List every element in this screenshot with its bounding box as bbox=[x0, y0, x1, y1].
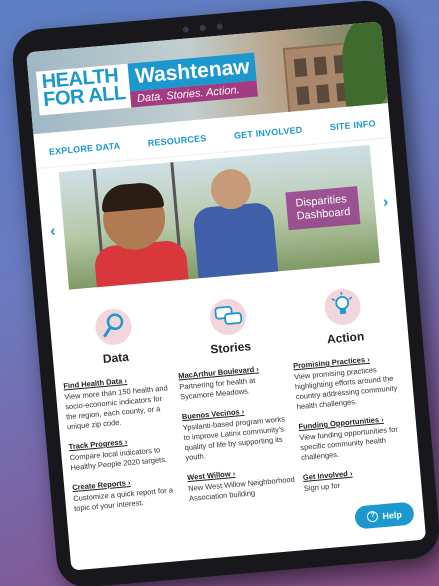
foliage-image bbox=[338, 21, 388, 111]
child-hair bbox=[100, 181, 165, 213]
list-item: Buenos VecinosYpsilanti-based program wo… bbox=[181, 403, 294, 463]
help-label: Help bbox=[381, 509, 403, 521]
nav-site-info[interactable]: SITE INFO bbox=[330, 118, 377, 132]
item-text: View promising practices highlighting ef… bbox=[293, 365, 398, 412]
column-title: Data bbox=[102, 349, 130, 366]
magnifier-icon bbox=[93, 307, 133, 347]
nav-resources[interactable]: RESOURCES bbox=[147, 133, 206, 148]
carousel-prev-icon[interactable]: ‹ bbox=[41, 222, 64, 242]
column-stories: Stories MacArthur BoulevardPartnering fo… bbox=[172, 294, 299, 514]
tablet-device: HEALTH FOR ALL Washtenaw Data. Stories. … bbox=[10, 0, 439, 586]
list-item: Promising PracticesView promising practi… bbox=[293, 352, 406, 412]
logo-forall-text: FOR ALL bbox=[42, 82, 127, 112]
tablet-screen: HEALTH FOR ALL Washtenaw Data. Stories. … bbox=[26, 21, 427, 571]
list-item: Get InvolvedSign up for bbox=[303, 463, 414, 493]
help-button[interactable]: ? Help bbox=[354, 501, 415, 530]
list-item: Find Health DataView more than 150 healt… bbox=[63, 372, 176, 432]
chat-bubbles-icon bbox=[208, 297, 248, 337]
site-logo[interactable]: HEALTH FOR ALL Washtenaw Data. Stories. … bbox=[35, 52, 259, 116]
logo-health-for-all: HEALTH FOR ALL bbox=[35, 63, 132, 116]
carousel-slide[interactable]: Disparities Dashboard bbox=[58, 144, 380, 290]
column-title: Action bbox=[326, 329, 365, 347]
nav-get-involved[interactable]: GET INVOLVED bbox=[234, 125, 303, 141]
list-item: Create ReportsCustomize a quick report f… bbox=[72, 474, 184, 514]
photo-scene: HEALTH FOR ALL Washtenaw Data. Stories. … bbox=[0, 0, 439, 586]
camera-dots bbox=[182, 22, 223, 33]
list-item: Funding OpportunitiesView funding opport… bbox=[298, 413, 410, 463]
adult-figure bbox=[192, 201, 279, 279]
list-item: MacArthur BoulevardPartnering for health… bbox=[178, 362, 290, 402]
column-action: Action Promising PracticesView promising… bbox=[287, 284, 414, 504]
logo-washtenaw: Washtenaw Data. Stories. Action. bbox=[127, 52, 259, 108]
list-item: West WillowNew West Willow Neighborhood … bbox=[187, 464, 299, 504]
list-item: Track ProgressCompare local indicators t… bbox=[68, 433, 180, 473]
nav-explore-data[interactable]: EXPLORE DATA bbox=[49, 141, 121, 157]
lightbulb-icon bbox=[323, 287, 363, 327]
help-icon: ? bbox=[366, 510, 379, 523]
item-text: Ypsilanti-based program works to improve… bbox=[182, 414, 286, 463]
carousel-next-icon[interactable]: › bbox=[374, 193, 397, 213]
disparities-dashboard-badge[interactable]: Disparities Dashboard bbox=[285, 186, 361, 231]
feature-columns: Data Find Health DataView more than 150 … bbox=[48, 266, 423, 525]
column-title: Stories bbox=[209, 339, 252, 357]
column-data: Data Find Health DataView more than 150 … bbox=[57, 304, 184, 524]
item-text: View more than 150 health and socio-econ… bbox=[63, 383, 169, 432]
